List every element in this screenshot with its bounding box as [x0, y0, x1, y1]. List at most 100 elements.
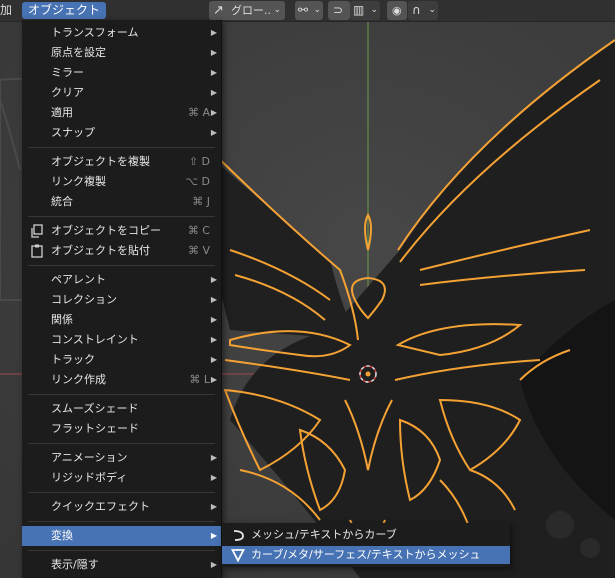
menu-item-constraint[interactable]: コンストレイント ▶ — [22, 330, 221, 350]
menu-item-quick-effects[interactable]: クイックエフェクト ▶ — [22, 497, 221, 517]
menu-separator — [28, 521, 215, 522]
menu-item-label: オブジェクトを貼付 — [51, 244, 150, 257]
menu-item-label: リンク作成 — [51, 373, 106, 386]
menu-item-label: 原点を設定 — [51, 46, 106, 59]
menu-item-label: スナップ — [51, 126, 95, 139]
proportional-falloff-dropdown[interactable]: ∩ ⌄ — [408, 1, 438, 20]
object-menu-dropdown: トランスフォーム ▶ 原点を設定 ▶ ミラー ▶ クリア ▶ 適用 ⌘ A ▶ スナップ ▶ … — [22, 20, 222, 578]
object-origin — [365, 371, 371, 377]
convert-submenu: メッシュ/テキストからカーブ カーブ/メタ/サーフェス/テキストからメッシュ — [222, 523, 510, 567]
menu-separator — [28, 550, 215, 551]
submenu-item-label: メッシュ/テキストからカーブ — [251, 528, 397, 541]
object-menu[interactable]: オブジェクト — [22, 2, 107, 19]
snap-icon: ⊃ — [333, 3, 344, 17]
menu-item-relations[interactable]: 関係 ▶ — [22, 310, 221, 330]
transform-orientation-icon: ↗ — [213, 3, 224, 18]
submenu-arrow-icon: ▶ — [210, 453, 217, 462]
chevron-down-icon: ⌄ — [428, 5, 436, 15]
menu-item-rigid-body[interactable]: リジッドボディ ▶ — [22, 468, 221, 488]
menu-item-label: アニメーション — [51, 451, 128, 464]
proportional-edit-toggle[interactable]: ◉ — [387, 1, 407, 20]
menu-separator — [28, 265, 215, 266]
menu-item-shade-flat[interactable]: フラットシェード — [22, 419, 221, 439]
menu-item-label: オブジェクトをコピー — [51, 224, 161, 237]
submenu-arrow-icon: ▶ — [210, 275, 217, 284]
menu-item-label: スムーズシェード — [51, 402, 139, 415]
curve-icon — [233, 530, 244, 541]
transform-orientation-dropdown[interactable]: ↗ グロー.. ⌄ — [209, 1, 285, 20]
menu-item-label: トラック — [51, 353, 95, 366]
menu-item-convert[interactable]: 変換 ▶ — [22, 526, 221, 546]
submenu-arrow-icon: ▶ — [210, 502, 217, 511]
menu-item-apply[interactable]: 適用 ⌘ A ▶ — [22, 103, 221, 123]
menu-item-label: ミラー — [51, 66, 84, 79]
submenu-arrow-icon: ▶ — [210, 315, 217, 324]
menu-item-animation[interactable]: アニメーション ▶ — [22, 448, 221, 468]
menu-item-snap[interactable]: スナップ ▶ — [22, 123, 221, 143]
submenu-arrow-icon: ▶ — [210, 375, 217, 384]
menu-separator — [28, 443, 215, 444]
proportional-edit-icon: ◉ — [392, 4, 402, 17]
pivot-point-dropdown[interactable]: ⚯ ⌄ — [295, 1, 323, 20]
menu-item-duplicate-linked[interactable]: リンク複製 ⌥ D — [22, 172, 221, 192]
menu-item-label: コンストレイント — [51, 333, 139, 346]
submenu-item-mesh-from-curve[interactable]: カーブ/メタ/サーフェス/テキストからメッシュ — [222, 546, 510, 564]
menu-item-show-hide[interactable]: 表示/隠す ▶ — [22, 555, 221, 575]
snap-target-dropdown[interactable]: ▥ ⌄ — [350, 1, 380, 20]
submenu-item-curve-from-mesh[interactable]: メッシュ/テキストからカーブ — [222, 526, 510, 544]
menu-item-join[interactable]: 統合 ⌘ J — [22, 192, 221, 212]
menu-item-label: クイックエフェクト — [51, 500, 150, 513]
menu-separator — [28, 492, 215, 493]
submenu-arrow-icon: ▶ — [210, 28, 217, 37]
shortcut-label: ⌘ V — [187, 244, 210, 257]
submenu-arrow-icon: ▶ — [210, 88, 217, 97]
menu-item-shade-smooth[interactable]: スムーズシェード — [22, 399, 221, 419]
pivot-point-icon: ⚯ — [298, 3, 309, 17]
menu-item-clear[interactable]: クリア ▶ — [22, 83, 221, 103]
submenu-arrow-icon: ▶ — [210, 128, 217, 137]
submenu-arrow-icon: ▶ — [210, 335, 217, 344]
menu-item-label: リジッドボディ — [51, 471, 128, 484]
menu-item-parent[interactable]: ペアレント ▶ — [22, 270, 221, 290]
shortcut-label: ⌘ L — [189, 373, 210, 386]
submenu-arrow-icon: ▶ — [210, 108, 217, 117]
menu-item-paste-objects[interactable]: オブジェクトを貼付 ⌘ V — [22, 241, 221, 261]
menu-separator — [28, 216, 215, 217]
menu-item-track[interactable]: トラック ▶ — [22, 350, 221, 370]
submenu-item-label: カーブ/メタ/サーフェス/テキストからメッシュ — [251, 548, 481, 561]
menu-item-label: オブジェクトを複製 — [51, 155, 150, 168]
menu-item-label: コレクション — [51, 293, 117, 306]
menu-item-label: 適用 — [51, 106, 73, 119]
paste-icon — [31, 244, 43, 258]
menu-item-transform[interactable]: トランスフォーム ▶ — [22, 23, 221, 43]
copy-icon — [31, 224, 43, 238]
menu-item-label: ペアレント — [51, 273, 106, 286]
chevron-down-icon: ⌄ — [273, 5, 281, 15]
menu-item-label: フラットシェード — [51, 422, 139, 435]
shortcut-label: ⌘ A — [187, 106, 210, 119]
menu-item-label: トランスフォーム — [51, 26, 139, 39]
menu-item-label: 変換 — [51, 529, 73, 542]
menu-item-duplicate-objects[interactable]: オブジェクトを複製 ⇧ D — [22, 152, 221, 172]
snap-target-icon: ▥ — [353, 3, 365, 17]
submenu-arrow-icon: ▶ — [210, 48, 217, 57]
menu-item-link-transfer[interactable]: リンク作成 ⌘ L ▶ — [22, 370, 221, 390]
submenu-arrow-icon: ▶ — [210, 355, 217, 364]
add-menu[interactable]: 加 — [0, 0, 12, 21]
menu-separator — [28, 394, 215, 395]
menu-item-copy-objects[interactable]: オブジェクトをコピー ⌘ C — [22, 221, 221, 241]
snap-toggle[interactable]: ⊃ — [328, 1, 350, 20]
submenu-arrow-icon: ▶ — [210, 68, 217, 77]
menu-item-label: クリア — [51, 86, 84, 99]
chevron-down-icon: ⌄ — [370, 5, 378, 15]
menu-item-label: リンク複製 — [51, 175, 106, 188]
menu-item-set-origin[interactable]: 原点を設定 ▶ — [22, 43, 221, 63]
shortcut-label: ⌘ C — [187, 224, 210, 237]
menu-separator — [28, 147, 215, 148]
viewport-header: 加 オブジェクト ↗ グロー.. ⌄ ⚯ ⌄ ⊃ ▥ ⌄ ◉ ∩ ⌄ — [0, 0, 615, 22]
mesh-triangle-icon — [231, 549, 245, 562]
shortcut-label: ⌥ D — [185, 175, 210, 188]
menu-item-collection[interactable]: コレクション ▶ — [22, 290, 221, 310]
menu-item-mirror[interactable]: ミラー ▶ — [22, 63, 221, 83]
shortcut-label: ⇧ D — [188, 155, 210, 168]
